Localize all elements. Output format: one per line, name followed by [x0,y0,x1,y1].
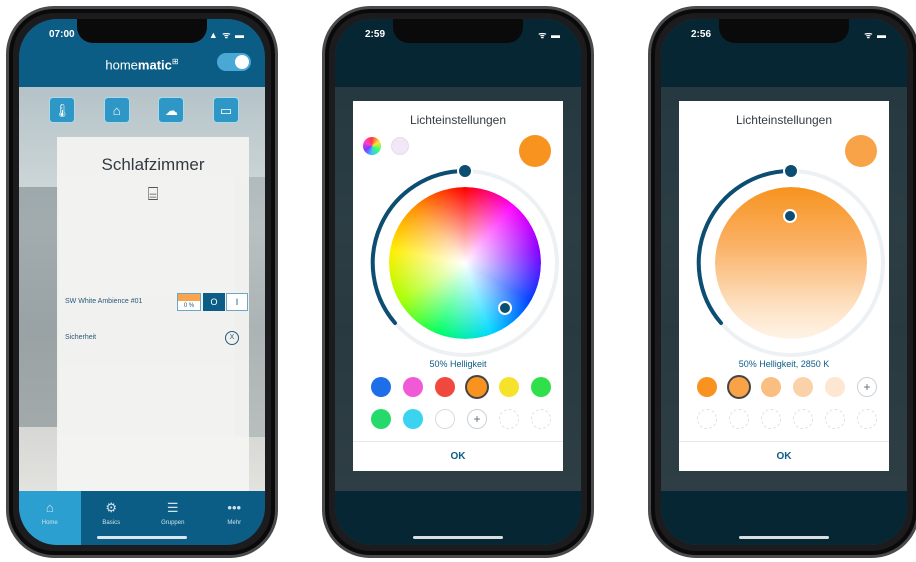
status-bar: 2:59 ᯤ ▬ [357,27,561,43]
color-swatch[interactable] [403,409,423,429]
empty-swatch-slot[interactable] [697,409,717,429]
bed-icon: ⌸ [147,184,159,204]
screen: 2:59 ᯤ ▬ Lichteinstellungen 50% Helligke… [335,19,581,545]
favorite-colors: + [371,377,551,435]
color-swatch[interactable] [403,377,423,397]
color-swatch[interactable] [435,377,455,397]
cloud-icon[interactable]: ☁ [158,97,185,123]
color-swatch[interactable] [435,409,455,429]
status-time: 2:59 [365,29,386,40]
device-name: SW White Ambience #01 [65,298,143,305]
color-cursor[interactable] [783,209,797,223]
screen: 2:56 ᯤ ▬ Lichteinstellungen 50% Helligke… [661,19,907,545]
house-icon[interactable]: ⌂ [103,97,130,123]
gear-icon: ⚙ [105,500,118,515]
color-swatch[interactable] [531,377,551,397]
room-card[interactable]: Schlafzimmer ⌸ SW White Ambience #01 0 %… [57,137,249,493]
more-icon: ••• [227,500,242,515]
off-button[interactable]: O [203,293,225,311]
tab-label: Basics [102,520,121,526]
background-detail [19,187,59,427]
ok-button[interactable]: OK [679,441,889,471]
screen: 07:00 ▲ ᯤ ▬ homematic⊞ 🌡 ⌂ ☁ ▭ Schlafzim [19,19,265,545]
phone-white-settings: 2:56 ᯤ ▬ Lichteinstellungen 50% Helligke… [648,6,916,558]
phone-color-settings: 2:59 ᯤ ▬ Lichteinstellungen 50% Helligke… [322,6,594,558]
empty-swatch-slot[interactable] [499,409,519,429]
color-swatch[interactable] [467,377,487,397]
home-indicator[interactable] [97,536,187,539]
dim-level[interactable]: 0 % [177,293,201,311]
phone-home: 07:00 ▲ ᯤ ▬ homematic⊞ 🌡 ⌂ ☁ ▭ Schlafzim [6,6,278,558]
dialog-title: Lichteinstellungen [409,113,507,127]
light-settings-dialog: Lichteinstellungen 50% Helligkeit, 2850 … [679,101,889,471]
tab-label: Gruppen [161,520,185,526]
color-swatch[interactable] [825,377,845,397]
stage: 07:00 ▲ ᯤ ▬ homematic⊞ 🌡 ⌂ ☁ ▭ Schlafzim [0,0,916,562]
status-icons: ᯤ ▬ [538,30,561,40]
status-bar: 2:56 ᯤ ▬ [683,27,887,43]
category-icons: 🌡 ⌂ ☁ ▭ [49,97,239,123]
color-cursor[interactable] [498,301,512,315]
home-indicator[interactable] [413,536,503,539]
device-name: Sicherheit [65,334,97,341]
color-swatch[interactable] [761,377,781,397]
empty-swatch-slot[interactable] [729,409,749,429]
status-time: 07:00 [49,29,75,40]
status-icons: ▲ ᯤ ▬ [208,30,245,40]
empty-swatch-slot[interactable] [531,409,551,429]
color-mode-icon[interactable] [363,137,381,155]
device-row[interactable]: SW White Ambience #01 0 % O I [63,291,248,313]
empty-swatch-slot[interactable] [761,409,781,429]
home-icon: ⌂ [45,500,54,515]
color-swatch[interactable] [697,377,717,397]
empty-swatch-slot[interactable] [793,409,813,429]
status-time: 2:56 [691,29,712,40]
brightness-label: 50% Helligkeit, 2850 K [738,359,830,369]
add-swatch-button[interactable]: + [857,377,877,397]
tab-more[interactable]: ••• Mehr [204,491,266,545]
color-swatch[interactable] [371,377,391,397]
empty-swatch-slot[interactable] [857,409,877,429]
shield-icon[interactable]: X [225,331,239,345]
status-bar: 07:00 ▲ ᯤ ▬ [41,27,245,43]
status-icons: ᯤ ▬ [864,30,887,40]
brightness-handle [783,163,799,179]
empty-swatch-slot[interactable] [825,409,845,429]
room-title: Schlafzimmer [101,155,205,174]
white-mode-icon[interactable] [391,137,409,155]
color-swatch[interactable] [499,377,519,397]
on-button[interactable]: I [226,293,248,311]
tab-label: Mehr [227,520,242,526]
thermometer-icon[interactable]: 🌡 [49,97,75,123]
home-indicator[interactable] [739,536,829,539]
brand-mark-icon: ⊞ [171,57,179,66]
add-swatch-button[interactable]: + [467,409,487,429]
ok-button[interactable]: OK [353,441,563,471]
saturation-gradient [389,187,541,339]
color-swatch[interactable] [729,377,749,397]
view-toggle[interactable] [217,53,251,71]
brand-prefix: home [105,57,138,73]
brand-bold: matic [137,57,172,73]
dialog-title: Lichteinstellungen [735,113,833,127]
groups-icon: ☰ [166,500,179,515]
color-swatch[interactable] [371,409,391,429]
color-wheel[interactable] [389,187,541,339]
tab-home[interactable]: ⌂ Home [19,491,81,545]
brightness-label: 50% Helligkeit [429,359,487,369]
tab-label: Home [41,520,58,526]
window-icon[interactable]: ▭ [212,97,239,123]
light-settings-dialog: Lichteinstellungen 50% Helligkeit + OK [353,101,563,471]
favorite-colors: + [697,377,877,435]
color-swatch[interactable] [793,377,813,397]
device-row[interactable]: Sicherheit X [63,327,243,349]
brightness-handle [457,163,473,179]
